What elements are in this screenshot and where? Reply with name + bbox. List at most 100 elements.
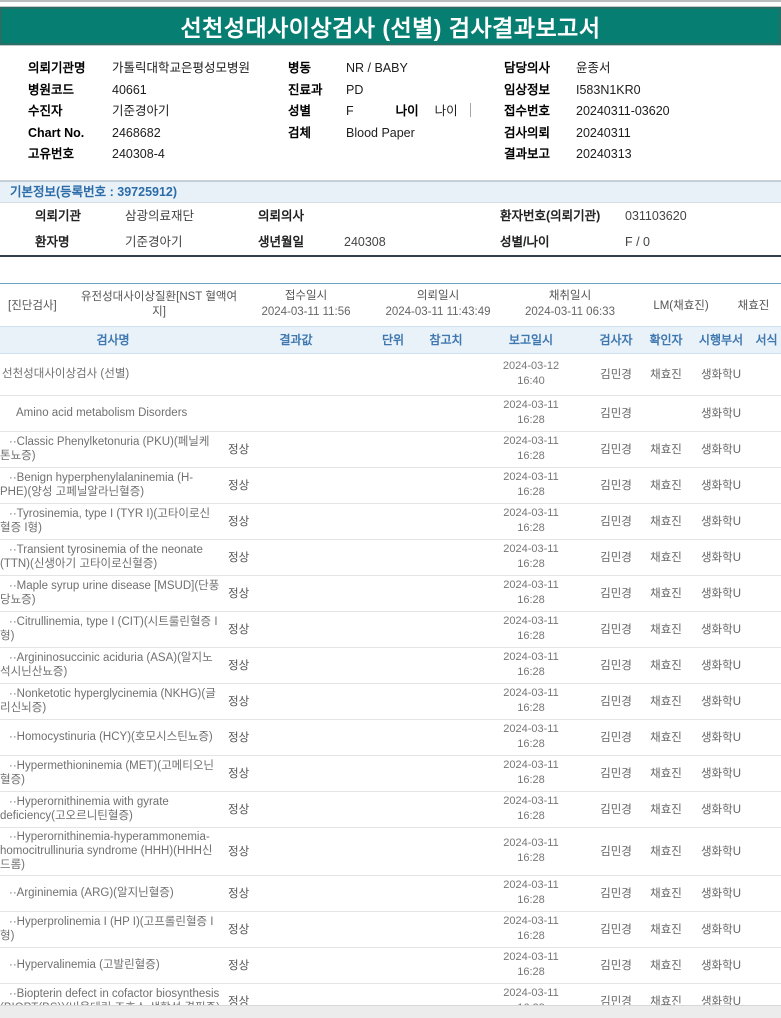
field-label: 의뢰일시 (416, 289, 460, 302)
verifier-cell: 채효진 (650, 624, 682, 636)
field-label: 결과보고 (504, 147, 551, 161)
department-cell: 생화학U (700, 696, 742, 708)
field-value: 20240311-03620 (576, 104, 670, 118)
report-datetime: 2024-03-11 16:28 (503, 687, 559, 714)
table-row[interactable]: ··Hyperornithinemia-hyperammonemia-homoc… (0, 828, 781, 876)
table-row[interactable]: ··Classic Phenylketonuria (PKU)(페닐케톤뇨증) 정… (0, 432, 781, 468)
report-datetime-cell: 2024-03-11 16:28 (472, 836, 590, 866)
technician-cell: 김민경 (600, 369, 632, 381)
diagnosis-strip: [진단검사] 유전성대사이상질환[NST 혈액여지] 접수일시 2024-03-1… (0, 282, 781, 326)
field-label: 접수번호 (504, 104, 551, 118)
test-name-cell: ··Hyperornithinemia with gyrate deficien… (0, 795, 169, 822)
column-header: 확인자 (649, 333, 683, 347)
field-value: F 나이 나이 (346, 101, 504, 123)
department-cell: 생화학U (700, 768, 742, 780)
result-value-cell: 정상 (228, 846, 250, 859)
test-name-cell: Amino acid metabolism Disorders (16, 406, 188, 419)
datetime-field: 채취일시 2024-03-11 06:33 (504, 289, 636, 320)
department-cell: 생화학U (700, 408, 742, 420)
report-page: 선천성대사이상검사 (선별) 검사결과보고서 의뢰기관명 가톨릭대학교은평성모병원… (0, 0, 781, 1018)
result-value-cell: 정상 (228, 960, 250, 973)
report-datetime-cell: 2024-03-11 16:28 (472, 686, 590, 716)
column-header: 보고일시 (508, 333, 554, 347)
table-row[interactable]: ··Argininosuccinic aciduria (ASA)(알지노석시닌… (0, 648, 781, 684)
verifier-cell: 채효진 (650, 960, 682, 973)
report-datetime-cell: 2024-03-11 16:28 (472, 578, 590, 608)
verifier-cell: 채효진 (650, 732, 682, 744)
department-cell: 생화학U (700, 624, 742, 636)
report-datetime: 2024-03-11 16:28 (503, 543, 559, 570)
result-value-cell: 정상 (228, 624, 250, 636)
field-value: 2024-03-11 11:43:49 (385, 305, 491, 318)
report-datetime: 2024-03-11 16:28 (503, 507, 559, 534)
field-label: 의뢰기관 (35, 208, 82, 223)
column-header: 단위 (381, 333, 405, 347)
verifier-cell: 채효진 (650, 516, 682, 528)
technician-cell: 김민경 (600, 924, 632, 937)
field-value: 윤종서 (576, 61, 611, 75)
datetime-field: 의뢰일시 2024-03-11 11:43:49 (372, 289, 504, 320)
result-value-cell: 정상 (228, 480, 250, 492)
verifier-cell: 채효진 (650, 804, 682, 816)
report-datetime-cell: 2024-03-11 16:28 (472, 914, 590, 944)
table-row[interactable]: ··Argininemia (ARG)(알지닌혈증) 정상 2024-03-11 1… (0, 876, 781, 912)
collector-code: LM(채효진) (653, 299, 709, 312)
report-datetime: 2024-03-11 16:28 (503, 723, 559, 750)
verifier-cell: 채효진 (650, 696, 682, 708)
field-label: 나이 (395, 104, 419, 118)
report-datetime-cell: 2024-03-11 16:28 (472, 794, 590, 824)
field-label: 접수일시 (284, 289, 328, 302)
table-row[interactable]: ··Citrullinemia, type I (CIT)(시트룰린혈증 I형)… (0, 612, 781, 648)
table-row[interactable]: ··Benign hyperphenylalaninemia (H-PHE)(양… (0, 468, 781, 504)
table-row[interactable]: 선천성대사이상검사 (선별) 2024-03-12 16:40 김민경 채효진 생화학U (0, 354, 781, 396)
field-label: 생년월일 (258, 234, 305, 249)
report-datetime: 2024-03-11 16:28 (503, 837, 559, 865)
verifier-cell: 채효진 (650, 480, 682, 492)
test-name-cell: 선천성대사이상검사 (선별) (2, 367, 130, 380)
department-cell: 생화학U (700, 480, 742, 492)
result-value-cell: 정상 (228, 768, 250, 780)
technician-cell: 김민경 (600, 846, 632, 859)
field-label: 고유번호 (28, 147, 75, 161)
table-row[interactable]: ··Nonketotic hyperglycinemia (NKHG)(글리신뇌… (0, 684, 781, 720)
department-cell: 생화학U (700, 960, 742, 973)
test-name-cell: ··Hypermethioninemia (MET)(고메티오닌혈증) (0, 759, 214, 786)
page-title: 선천성대사이상검사 (선별) 검사결과보고서 (180, 15, 601, 41)
table-row[interactable]: ··Hypermethioninemia (MET)(고메티오닌혈증) 정상 202… (0, 756, 781, 792)
department-cell: 생화학U (700, 444, 742, 456)
table-row[interactable]: ··Hyperornithinemia with gyrate deficien… (0, 792, 781, 828)
field-label: 수진자 (28, 104, 63, 118)
result-value-cell: 정상 (228, 804, 250, 816)
basic-info-grid: 의뢰기관 삼광의료재단 의뢰의사 환자번호(의뢰기관) 031103620 환자명 기준경아… (0, 203, 781, 255)
table-row[interactable]: ··Homocystinuria (HCY)(호모시스틴뇨증) 정상 2024-03… (0, 720, 781, 756)
field-label: 병동 (288, 61, 312, 75)
table-row[interactable]: ··Maple syrup urine disease [MSUD](단풍당뇨증… (0, 576, 781, 612)
field-label: 환자번호(의뢰기관) (500, 208, 601, 223)
table-row[interactable]: Amino acid metabolism Disorders 2024-03-1… (0, 396, 781, 432)
verifier-cell: 채효진 (650, 369, 682, 381)
technician-cell: 김민경 (600, 960, 632, 973)
report-datetime: 2024-03-11 16:28 (503, 795, 559, 822)
field-value: NR / BABY (346, 61, 408, 75)
report-datetime: 2024-03-11 16:28 (503, 651, 559, 678)
report-datetime-cell: 2024-03-11 16:28 (472, 542, 590, 572)
report-datetime-cell: 2024-03-11 16:28 (472, 650, 590, 680)
verifier-cell: 채효진 (650, 924, 682, 937)
field-value: 2024-03-11 06:33 (525, 305, 615, 318)
footer-strip (0, 1005, 781, 1018)
table-row[interactable]: ··Hypervalinemia (고발린혈증) 정상 2024-03-11 16:… (0, 948, 781, 984)
results-table-header: 검사명 결과값 단위 참고치 보고일시 검사자 확인자 시행부서 서식 (0, 325, 781, 354)
field-value (344, 203, 500, 229)
department-cell: 생화학U (700, 369, 742, 381)
field-label: Chart No. (28, 125, 85, 140)
column-header: 검사명 (96, 333, 130, 347)
table-row[interactable]: ··Transient tyrosinemia of the neonate (… (0, 540, 781, 576)
table-row[interactable]: ··Tyrosinemia, type I (TYR I)(고타이로신혈증 I형… (0, 504, 781, 540)
report-datetime: 2024-03-11 16:28 (503, 915, 559, 943)
report-datetime-cell: 2024-03-12 16:40 (472, 359, 590, 389)
field-value: 20240313 (576, 147, 632, 161)
technician-cell: 김민경 (600, 552, 632, 564)
table-row[interactable]: ··Hyperprolinemia I (HP I)(고프롤린혈증 I형) 정상 2… (0, 912, 781, 948)
result-value-cell: 정상 (228, 444, 250, 456)
test-name-cell: ··Nonketotic hyperglycinemia (NKHG)(글리신뇌… (0, 687, 216, 714)
